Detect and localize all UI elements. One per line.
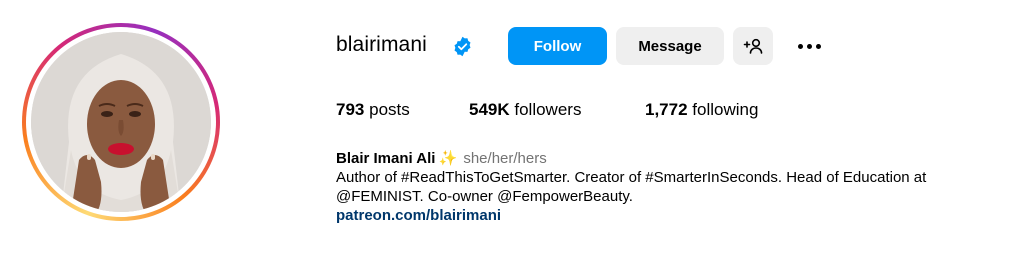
- profile-avatar[interactable]: [31, 32, 211, 212]
- profile-username: blairimani: [336, 33, 427, 56]
- sparkle-emoji: ✨: [438, 150, 458, 167]
- followers-count: 549K: [469, 100, 510, 119]
- pronouns: she/her/hers: [463, 150, 547, 167]
- full-name: Blair Imani Ali: [336, 150, 436, 167]
- followers-label: followers: [514, 100, 582, 119]
- posts-label: posts: [369, 100, 410, 119]
- avatar-image: [31, 32, 211, 212]
- profile-header: blairimani Follow Message 793 posts 549K…: [0, 0, 1024, 266]
- following-count: 1,772: [645, 100, 688, 119]
- follow-button[interactable]: Follow: [508, 27, 607, 65]
- bio-title-line: Blair Imani Ali ✨ she/her/hers: [336, 149, 1016, 168]
- posts-count: 793: [336, 100, 365, 119]
- bio-line-1: Author of #ReadThisToGetSmarter. Creator…: [336, 169, 927, 186]
- bio-line-2: @FEMINIST. Co-owner @FempowerBeauty.: [336, 188, 633, 205]
- suggest-accounts-button[interactable]: [733, 27, 773, 65]
- add-person-icon: [743, 38, 763, 54]
- profile-bio: Blair Imani Ali ✨ she/her/hers Author of …: [336, 149, 1016, 225]
- more-options-icon[interactable]: [794, 37, 824, 55]
- stat-following[interactable]: 1,772 following: [645, 100, 758, 120]
- verified-badge-icon: [454, 36, 471, 57]
- stat-followers[interactable]: 549K followers: [469, 100, 581, 120]
- stat-posts: 793 posts: [336, 100, 410, 120]
- message-button[interactable]: Message: [616, 27, 724, 65]
- following-label: following: [692, 100, 759, 119]
- story-ring[interactable]: [22, 23, 220, 221]
- bio-external-link[interactable]: patreon.com/blairimani: [336, 206, 501, 225]
